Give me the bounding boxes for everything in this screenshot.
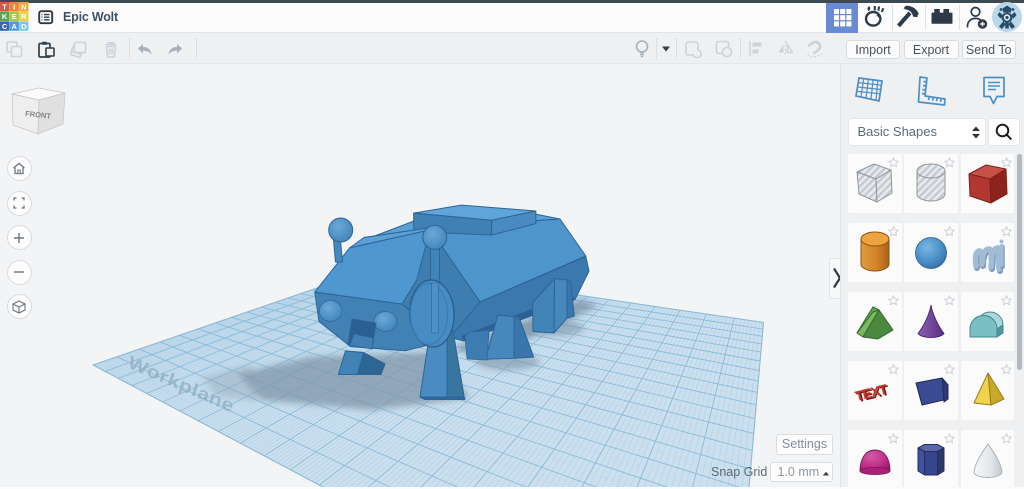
svg-text:I: I bbox=[13, 3, 15, 12]
svg-text:T: T bbox=[2, 3, 7, 12]
svg-text:N: N bbox=[21, 3, 26, 12]
svg-text:A: A bbox=[11, 22, 17, 31]
svg-text:C: C bbox=[2, 22, 8, 31]
svg-text:D: D bbox=[21, 22, 27, 31]
svg-text:R: R bbox=[21, 12, 27, 21]
svg-text:K: K bbox=[2, 12, 8, 21]
svg-text:E: E bbox=[12, 12, 17, 21]
